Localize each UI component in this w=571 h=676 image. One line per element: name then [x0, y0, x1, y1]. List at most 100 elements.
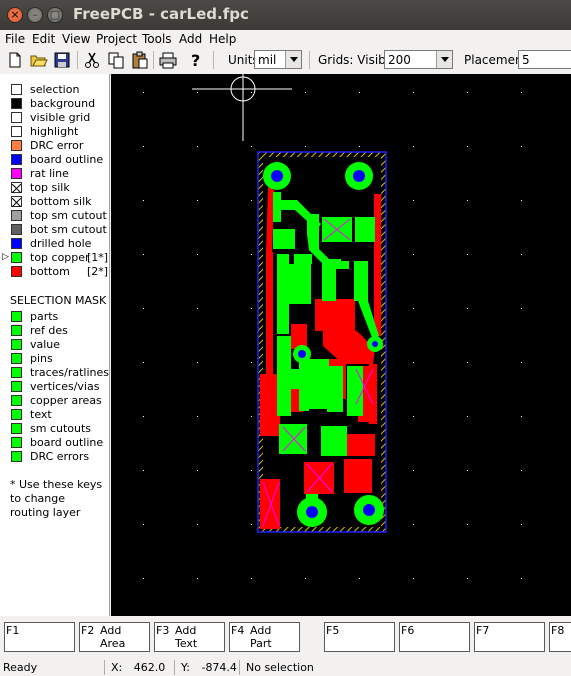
grid-dot	[197, 254, 198, 255]
fkey-f3-button[interactable]: F3 Add Text	[154, 622, 225, 652]
grid-dot	[143, 524, 144, 525]
layer-color-swatch[interactable]	[11, 182, 22, 194]
mask-label: DRC errors	[30, 450, 90, 463]
mask-label: traces/ratlines	[30, 366, 109, 379]
mask-label: vertices/vias	[30, 380, 100, 393]
mask-toggle[interactable]	[11, 381, 22, 392]
menu-tools[interactable]: Tools	[142, 32, 172, 46]
placement-grid-select[interactable]: 5	[518, 50, 571, 69]
grid-dot	[467, 470, 468, 471]
layer-color-swatch[interactable]	[11, 224, 22, 235]
print-icon[interactable]	[158, 50, 178, 70]
menu-help[interactable]: Help	[209, 32, 236, 46]
fkey-f7-button[interactable]: F7	[474, 622, 545, 652]
mask-toggle[interactable]	[11, 423, 22, 434]
close-icon[interactable]: ×	[7, 7, 23, 23]
status-selection: No selection	[239, 660, 439, 675]
grid-dot	[467, 200, 468, 201]
fkey-f6-button[interactable]: F6	[399, 622, 470, 652]
layer-color-swatch[interactable]	[11, 196, 22, 208]
grid-dot	[305, 146, 306, 147]
grid-dot	[413, 362, 414, 363]
grid-dot	[413, 254, 414, 255]
maximize-icon[interactable]: □	[47, 7, 63, 23]
toolbar-separator	[153, 51, 154, 69]
menu-edit[interactable]: Edit	[32, 32, 55, 46]
copy-icon[interactable]	[106, 50, 126, 70]
grid-dot	[251, 200, 252, 201]
layer-label: bottom silk	[30, 195, 92, 208]
layer-color-swatch[interactable]	[11, 238, 22, 249]
mask-label: text	[30, 408, 52, 421]
mask-label: board outline	[30, 436, 104, 449]
grid-dot	[143, 362, 144, 363]
grid-dot	[143, 146, 144, 147]
minimize-icon[interactable]: –	[27, 7, 43, 23]
fkey-f4-button[interactable]: F4 Add Part	[229, 622, 300, 652]
grid-dot	[413, 200, 414, 201]
grid-dot	[413, 524, 414, 525]
fkey-f2-button[interactable]: F2 Add Area	[79, 622, 150, 652]
layer-color-swatch[interactable]	[11, 210, 22, 221]
mask-toggle[interactable]	[11, 311, 22, 322]
mask-toggle[interactable]	[11, 339, 22, 350]
grid-dot	[251, 578, 252, 579]
fkey-f5-button[interactable]: F5	[324, 622, 395, 652]
grid-dot	[197, 416, 198, 417]
layer-color-swatch[interactable]	[11, 266, 22, 277]
layer-label: board outline	[30, 153, 104, 166]
layer-label: bot sm cutout	[30, 223, 107, 236]
cross-icon	[11, 197, 22, 208]
chevron-down-icon[interactable]	[285, 51, 301, 68]
grid-visible-select[interactable]: 200	[384, 50, 453, 69]
layer-color-swatch[interactable]	[11, 98, 22, 109]
pcb-canvas[interactable]	[111, 74, 571, 616]
menu-add[interactable]: Add	[179, 32, 202, 46]
units-select[interactable]: mil	[254, 50, 302, 69]
status-bar: Ready X: 462.0 Y: -874.4 No selection	[0, 659, 571, 676]
grid-dot	[467, 578, 468, 579]
grid-dot	[251, 146, 252, 147]
cut-icon[interactable]	[82, 50, 102, 70]
grid-dot	[359, 92, 360, 93]
grid-dot	[197, 308, 198, 309]
grid-dot	[251, 524, 252, 525]
chevron-down-icon[interactable]	[436, 51, 452, 68]
pcb-view[interactable]	[111, 74, 571, 616]
new-file-icon[interactable]	[5, 50, 25, 70]
mask-toggle[interactable]	[11, 395, 22, 406]
toolbar-separator	[77, 51, 78, 69]
layer-color-swatch[interactable]	[11, 126, 22, 137]
fkey-f8-button[interactable]: F8	[549, 622, 571, 652]
layer-label: rat line	[30, 167, 69, 180]
grid-dot	[413, 92, 414, 93]
title-bar: × – □ FreePCB - carLed.fpc	[0, 0, 571, 30]
layer-color-swatch[interactable]	[11, 154, 22, 165]
layer-color-swatch[interactable]	[11, 84, 22, 95]
menu-file[interactable]: File	[5, 32, 25, 46]
crosshair-cursor	[192, 74, 292, 141]
pcb-board[interactable]	[257, 151, 387, 533]
layer-color-swatch[interactable]	[11, 112, 22, 123]
menu-view[interactable]: View	[62, 32, 90, 46]
mask-toggle[interactable]	[11, 409, 22, 420]
menu-project[interactable]: Project	[96, 32, 137, 46]
paste-icon[interactable]	[130, 50, 150, 70]
units-value: mil	[258, 53, 277, 67]
open-folder-icon[interactable]	[29, 50, 49, 70]
mask-toggle[interactable]	[11, 437, 22, 448]
grid-dot	[413, 308, 414, 309]
mask-toggle[interactable]	[11, 367, 22, 378]
grid-dot	[143, 92, 144, 93]
help-icon[interactable]: ?	[185, 50, 205, 70]
mask-toggle[interactable]	[11, 325, 22, 336]
mask-toggle[interactable]	[11, 451, 22, 462]
layer-label: highlight	[30, 125, 79, 138]
mask-toggle[interactable]	[11, 353, 22, 364]
layer-color-swatch[interactable]	[11, 140, 22, 151]
layer-color-swatch[interactable]	[11, 252, 22, 263]
fkey-f1-button[interactable]: F1	[4, 622, 75, 652]
save-icon[interactable]	[52, 50, 72, 70]
status-ready: Ready	[3, 661, 38, 674]
layer-color-swatch[interactable]	[11, 168, 22, 179]
